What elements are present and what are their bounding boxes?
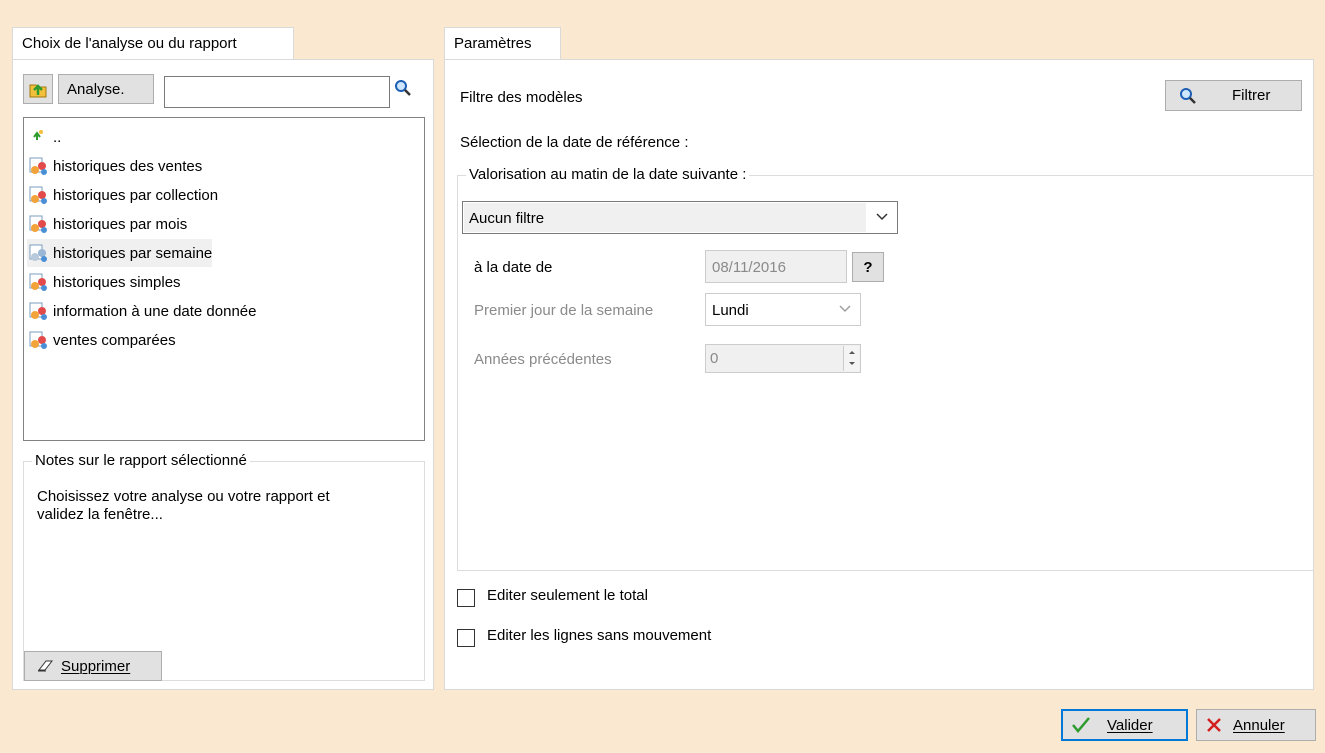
spinner-buttons[interactable]: [843, 346, 859, 371]
first-day-value: Lundi: [712, 302, 749, 319]
date-help-button[interactable]: ?: [852, 252, 884, 282]
left-panel: Analyse. .. historiques des ventes histo…: [12, 59, 434, 690]
list-item-information-date[interactable]: information à une date donnée: [27, 297, 257, 325]
delete-button-label: Supprimer: [61, 657, 131, 675]
previous-years-spinner[interactable]: 0: [705, 344, 861, 373]
parent-folder-button[interactable]: [23, 74, 53, 104]
list-item-historiques-par-collection[interactable]: historiques par collection: [27, 181, 218, 209]
notes-legend: Notes sur le rapport sélectionné: [32, 452, 250, 469]
close-icon: [1207, 718, 1221, 732]
filter-button-label: Filtrer: [1232, 87, 1271, 104]
validate-button-label: Valider: [1107, 716, 1153, 734]
first-day-select[interactable]: Lundi: [705, 293, 861, 326]
filter-models-label: Filtre des modèles: [460, 89, 583, 106]
list-item-ventes-comparees[interactable]: ventes comparées: [27, 326, 176, 354]
delete-button[interactable]: Supprimer: [24, 651, 162, 681]
edit-no-movement-checkbox[interactable]: [457, 629, 475, 647]
report-icon: [29, 302, 47, 320]
filter-select-value: Aucun filtre: [469, 210, 545, 227]
search-input[interactable]: [164, 76, 390, 108]
list-item-historiques-des-ventes[interactable]: historiques des ventes: [27, 152, 202, 180]
chevron-down-icon: [876, 213, 888, 221]
report-icon: [29, 186, 47, 204]
list-item-historiques-par-mois[interactable]: historiques par mois: [27, 210, 187, 238]
list-item-historiques-simples[interactable]: historiques simples: [27, 268, 181, 296]
report-icon: [29, 331, 47, 349]
up-arrow-icon: [33, 130, 43, 140]
valorisation-legend: Valorisation au matin de la date suivant…: [466, 166, 750, 183]
date-input[interactable]: 08/11/2016: [705, 250, 847, 283]
checkmark-icon: [1072, 717, 1090, 733]
tab-choix-analyse-label: Choix de l'analyse ou du rapport: [22, 35, 237, 52]
date-reference-label: Sélection de la date de référence :: [460, 134, 689, 151]
analyse-button-label: Analyse.: [67, 80, 125, 98]
cancel-button[interactable]: Annuler: [1196, 709, 1316, 741]
tab-choix-analyse[interactable]: Choix de l'analyse ou du rapport: [12, 27, 294, 60]
eraser-icon: [37, 660, 54, 672]
folder-up-icon: [29, 84, 47, 98]
analyse-button[interactable]: Analyse.: [58, 74, 154, 104]
cancel-button-label: Annuler: [1233, 716, 1285, 734]
notes-text: Choisissez votre analyse ou votre rappor…: [37, 488, 330, 523]
list-item-historiques-par-semaine[interactable]: historiques par semaine: [27, 239, 213, 267]
report-icon: [29, 244, 47, 262]
spinner-up-icon: [849, 351, 855, 354]
notes-group: Notes sur le rapport sélectionné Choisis…: [23, 452, 425, 681]
date-label: à la date de: [474, 259, 553, 276]
analysis-list[interactable]: .. historiques des ventes historiques pa…: [23, 117, 425, 441]
spinner-down-icon: [849, 362, 855, 365]
edit-total-only-checkbox[interactable]: [457, 589, 475, 607]
report-icon: [29, 215, 47, 233]
chevron-down-icon: [839, 305, 851, 313]
edit-no-movement-label: Editer les lignes sans mouvement: [487, 627, 712, 644]
validate-button[interactable]: Valider: [1061, 709, 1188, 741]
tab-parametres-label: Paramètres: [454, 35, 532, 52]
tab-parametres[interactable]: Paramètres: [444, 27, 561, 60]
valorisation-group: Valorisation au matin de la date suivant…: [457, 166, 1314, 571]
previous-years-label: Années précédentes: [474, 351, 612, 368]
report-icon: [29, 157, 47, 175]
list-item-parent[interactable]: ..: [27, 123, 61, 151]
filter-button[interactable]: Filtrer: [1165, 80, 1302, 111]
report-icon: [29, 273, 47, 291]
edit-total-only-label: Editer seulement le total: [487, 587, 648, 604]
filter-select[interactable]: Aucun filtre: [462, 201, 898, 234]
first-day-label: Premier jour de la semaine: [474, 302, 654, 319]
search-icon[interactable]: [393, 78, 413, 98]
right-panel: Filtre des modèles Filtrer Sélection de …: [444, 59, 1314, 690]
search-icon: [1180, 87, 1196, 104]
